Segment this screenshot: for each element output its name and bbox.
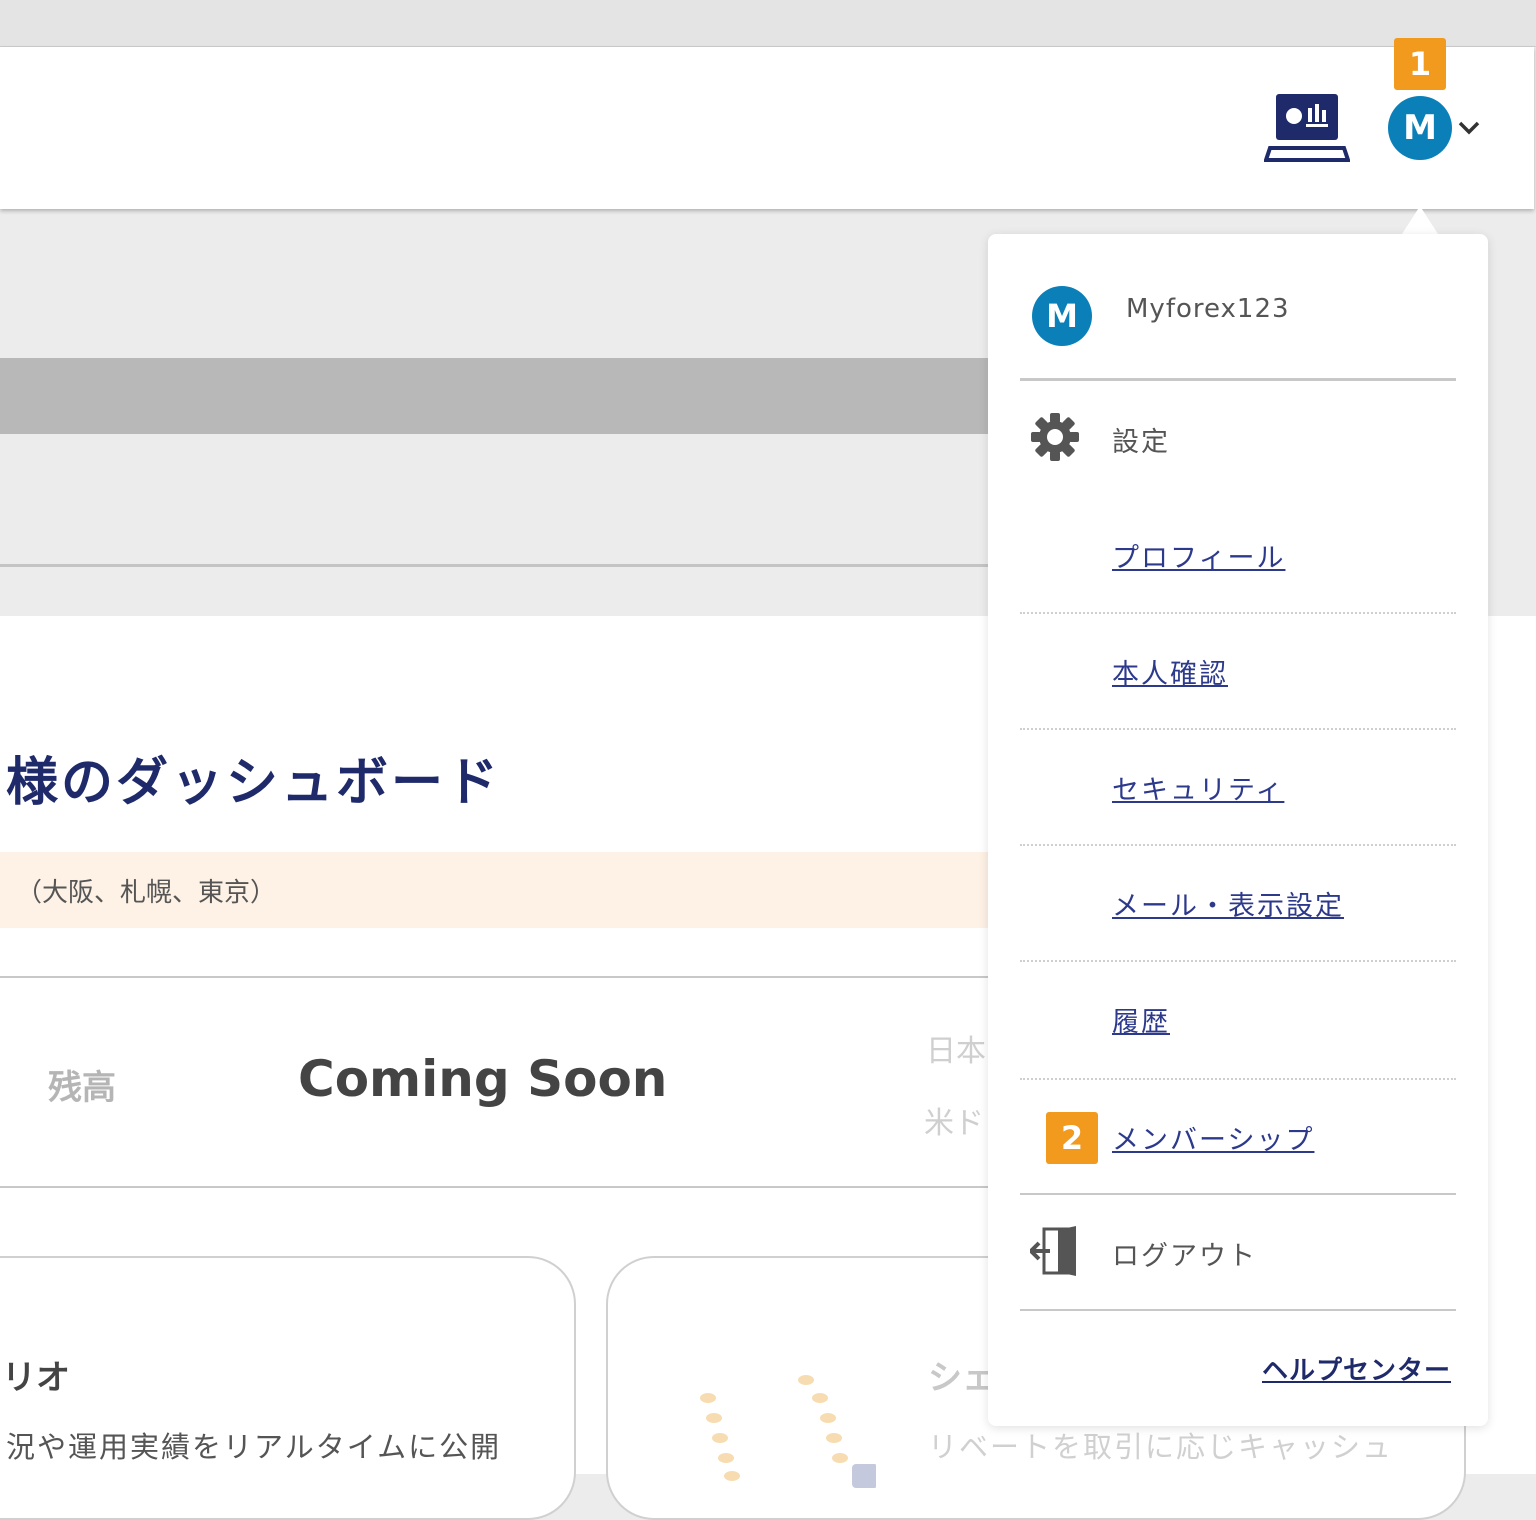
menu-item-mail-display-settings[interactable]: メール・表示設定 — [1112, 884, 1344, 923]
menu-item-identity-verification[interactable]: 本人確認 — [1112, 652, 1228, 691]
notice-text: （大阪、札幌、東京） — [16, 878, 277, 908]
balance-top-line — [0, 976, 990, 978]
page-title: 様のダッシュボード — [6, 753, 502, 813]
card-title: シェ — [928, 1358, 996, 1398]
user-avatar[interactable]: M — [1388, 96, 1452, 160]
balance-value: Coming Soon — [298, 1050, 668, 1108]
logout-door-icon[interactable] — [1028, 1226, 1082, 1276]
section-divider — [0, 564, 990, 567]
menu-separator — [1020, 1078, 1456, 1080]
currency-jpy-label: 日本 — [926, 1034, 986, 1069]
trading-platform-icon[interactable] — [1263, 92, 1351, 164]
menu-item-membership[interactable]: メンバーシップ — [1112, 1118, 1314, 1157]
notice-banner: （大阪、札幌、東京） — [0, 852, 990, 928]
card-title: リオ — [2, 1358, 70, 1398]
menu-item-security[interactable]: セキュリティ — [1112, 768, 1284, 807]
top-strip — [0, 0, 1536, 47]
dropdown-avatar: M — [1032, 286, 1092, 346]
membership-badge: 2 — [1046, 1112, 1098, 1164]
loading-bar-placeholder — [0, 358, 990, 434]
balance-label: 残高 — [48, 1068, 116, 1108]
menu-separator — [1020, 728, 1456, 730]
menu-item-profile[interactable]: プロフィール — [1112, 536, 1285, 575]
menu-divider — [1020, 1309, 1456, 1311]
notification-badge: 1 — [1394, 38, 1446, 90]
menu-separator — [1020, 844, 1456, 846]
coins-illustration — [656, 1368, 878, 1488]
currency-usd-label: 米ド — [924, 1106, 984, 1141]
menu-divider — [1020, 1193, 1456, 1195]
menu-separator — [1020, 612, 1456, 614]
dropdown-divider — [1020, 378, 1456, 381]
settings-label: 設定 — [1112, 427, 1170, 458]
logout-button[interactable]: ログアウト — [1112, 1234, 1257, 1273]
gear-icon — [1030, 412, 1080, 462]
balance-bottom-line — [0, 1186, 990, 1188]
card-text: リベートを取引に応じキャッシュ — [928, 1430, 1394, 1464]
username: Myforex123 — [1126, 294, 1290, 324]
menu-separator — [1020, 960, 1456, 962]
menu-item-history[interactable]: 履歴 — [1112, 1000, 1170, 1039]
chevron-down-icon[interactable] — [1458, 120, 1480, 136]
dropdown-arrow — [1402, 206, 1438, 234]
portfolio-card[interactable]: リオ 況や運用実績をリアルタイムに公開 — [0, 1256, 576, 1520]
card-text: 況や運用実績をリアルタイムに公開 — [6, 1430, 502, 1464]
help-center-link[interactable]: ヘルプセンター — [1262, 1350, 1451, 1387]
